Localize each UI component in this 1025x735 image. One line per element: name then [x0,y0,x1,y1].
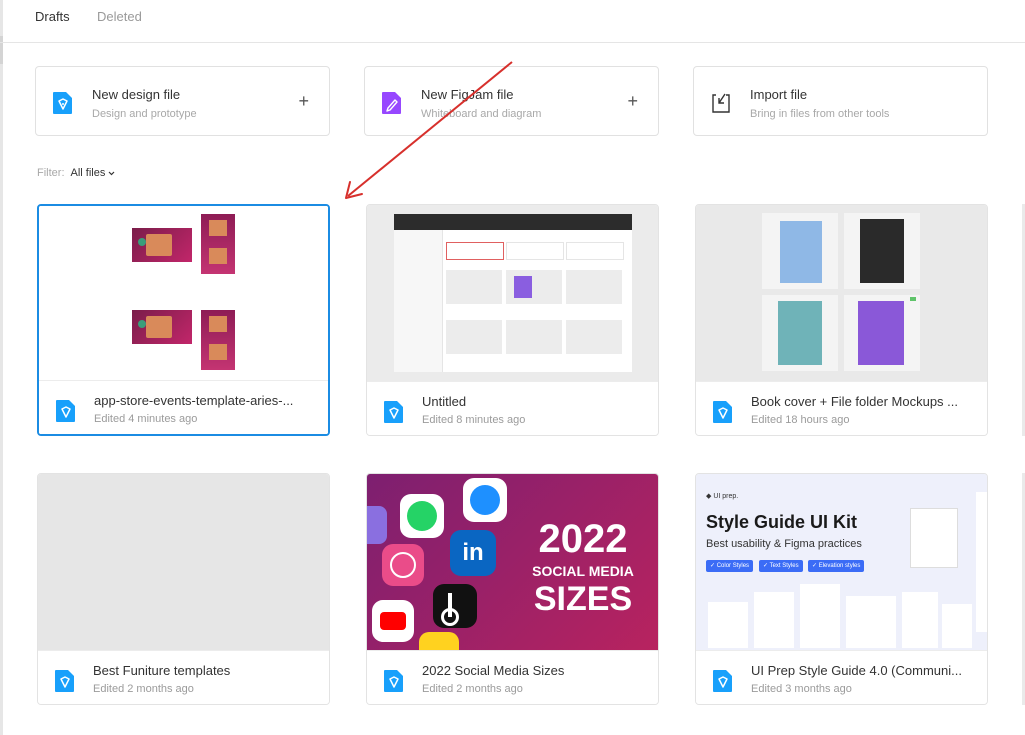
uiprep-panel [910,508,958,568]
uiprep-chip-label: Color Styles [716,563,750,569]
social-thumb-text: 2022 SOCIAL MEDIA SIZES [513,518,653,618]
file-card[interactable]: in 2022 SOCIAL MEDIA SIZES 2022 Social M… [366,473,659,705]
uiprep-list [846,596,896,648]
file-name: app-store-events-template-aries-... [94,393,294,408]
uiprep-list [902,592,938,648]
uiprep-chip: ✓ Text Styles [759,560,803,572]
uiprep-subtitle: Best usability & Figma practices [706,538,862,550]
uiprep-list [800,584,840,648]
mockup-tile [844,295,920,371]
file-edited: Edited 18 hours ago [751,414,850,426]
file-edited: Edited 4 minutes ago [94,413,198,425]
file-edited: Edited 8 minutes ago [422,414,526,426]
uiprep-brand-text: UI prep. [713,493,739,500]
file-thumbnail: ◆ UI prep. Style Guide UI Kit Best usabi… [696,474,987,650]
uiprep-list [754,592,794,648]
thumb-year: 2022 [538,517,628,561]
file-name: Untitled [422,394,467,409]
mockup-tile [844,213,920,289]
file-meta: Best Funiture templates Edited 2 months … [38,650,329,704]
thumbnail-banner [132,310,192,344]
uiprep-list [708,602,748,648]
design-file-icon [713,670,732,692]
thumb-line2: SIZES [533,580,633,618]
file-thumbnail [39,206,328,382]
uiprep-chip-label: Elevation styles [818,563,861,569]
uiprep-panel [976,492,987,632]
whatsapp-logo [400,494,444,538]
design-file-icon [713,401,732,423]
file-edited: Edited 2 months ago [93,683,194,695]
uiprep-chip: ✓ Color Styles [706,560,754,572]
uiprep-chip: ✓ Elevation styles [808,560,865,572]
file-edited: Edited 3 months ago [751,683,852,695]
uiprep-brand: ◆ UI prep. [706,493,739,500]
design-file-icon [56,400,75,422]
file-name: 2022 Social Media Sizes [422,663,565,678]
uiprep-title: Style Guide UI Kit [706,512,858,532]
design-file-icon [55,670,74,692]
dribbble-logo [382,544,424,586]
linkedin-logo: in [450,530,496,576]
file-thumbnail [38,474,329,650]
youtube-logo [372,600,414,642]
thumb-line1: SOCIAL MEDIA [532,563,634,579]
file-card[interactable]: Book cover + File folder Mockups ... Edi… [695,204,988,436]
file-edited: Edited 2 months ago [422,683,523,695]
thumbnail-banner [132,228,192,262]
file-card[interactable]: Best Funiture templates Edited 2 months … [37,473,330,705]
thumbnail-story [201,310,235,370]
mockup-tile [762,295,838,371]
messenger-logo [463,478,507,522]
design-file-icon [384,401,403,423]
file-card[interactable]: ◆ UI prep. Style Guide UI Kit Best usabi… [695,473,988,705]
file-meta: Untitled Edited 8 minutes ago [367,381,658,435]
file-meta: Book cover + File folder Mockups ... Edi… [696,381,987,435]
thumbnail-screenshot [394,214,632,372]
file-name: Book cover + File folder Mockups ... [751,394,959,409]
file-name: UI Prep Style Guide 4.0 (Communi... [751,663,962,678]
file-card[interactable]: app-store-events-template-aries-... Edit… [37,204,330,436]
file-thumbnail [696,205,987,381]
mockup-tile [762,213,838,289]
uiprep-chip-label: Text Styles [769,563,799,569]
design-file-icon [384,670,403,692]
file-meta: 2022 Social Media Sizes Edited 2 months … [367,650,658,704]
tiktok-logo [433,584,477,628]
file-meta: UI Prep Style Guide 4.0 (Communi... Edit… [696,650,987,704]
file-thumbnail [367,205,658,381]
file-card[interactable]: Untitled Edited 8 minutes ago [366,204,659,436]
thumbnail-story [201,214,235,274]
file-thumbnail: in 2022 SOCIAL MEDIA SIZES [367,474,658,650]
uiprep-list [942,604,972,648]
file-name: Best Funiture templates [93,663,231,678]
file-meta: app-store-events-template-aries-... Edit… [39,380,328,434]
